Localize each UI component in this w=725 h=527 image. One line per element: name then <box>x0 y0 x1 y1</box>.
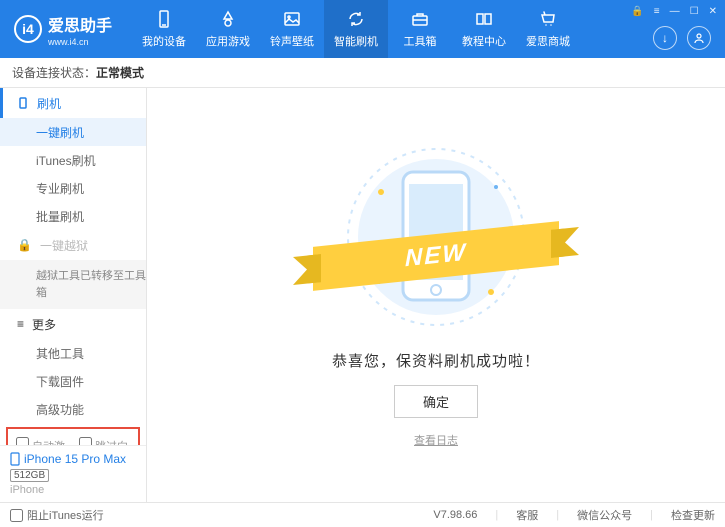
close-icon[interactable]: ✕ <box>709 6 717 17</box>
footer: 阻止iTunes运行 V7.98.66 | 客服 | 微信公众号 | 检查更新 <box>0 502 725 527</box>
status-value: 正常模式 <box>96 64 144 81</box>
version-label: V7.98.66 <box>433 509 477 521</box>
skip-guide-checkbox[interactable]: 跳过向导 <box>79 437 130 445</box>
sidebar-item-advanced[interactable]: 高级功能 <box>0 395 146 423</box>
lock-icon: 🔒 <box>17 238 32 252</box>
book-icon <box>474 9 494 29</box>
nav-flash[interactable]: 智能刷机 <box>324 0 388 58</box>
nav-toolbox[interactable]: 工具箱 <box>388 0 452 58</box>
options-box: 自动激活 跳过向导 <box>6 427 140 445</box>
logo: i4 爱思助手 www.i4.cn <box>0 12 126 47</box>
image-icon <box>282 9 302 29</box>
cart-icon <box>538 9 558 29</box>
user-controls: ↓ <box>653 26 711 50</box>
main-nav: 我的设备 应用游戏 铃声壁纸 智能刷机 工具箱 教程中心 爱思商城 <box>132 0 580 58</box>
footer-link-support[interactable]: 客服 <box>516 507 538 523</box>
sidebar-item-other[interactable]: 其他工具 <box>0 339 146 367</box>
sidebar-section-more[interactable]: ≡更多 <box>0 309 146 339</box>
phone-icon <box>17 97 29 109</box>
user-button[interactable] <box>687 26 711 50</box>
phone-icon <box>154 9 174 29</box>
main-content: NEW 恭喜您，保资料刷机成功啦！ 确定 查看日志 <box>147 88 725 502</box>
footer-link-update[interactable]: 检查更新 <box>671 507 715 523</box>
sidebar-item-download[interactable]: 下载固件 <box>0 367 146 395</box>
success-illustration: NEW <box>341 142 531 332</box>
success-message: 恭喜您，保资料刷机成功啦！ <box>332 350 540 371</box>
nav-ringtones[interactable]: 铃声壁纸 <box>260 0 324 58</box>
sidebar-item-itunes[interactable]: iTunes刷机 <box>0 146 146 174</box>
status-bar: 设备连接状态：正常模式 <box>0 58 725 88</box>
app-url: www.i4.cn <box>48 37 112 47</box>
sidebar: 刷机 一键刷机 iTunes刷机 专业刷机 批量刷机 🔒一键越狱 越狱工具已转移… <box>0 88 147 502</box>
menu-icon[interactable]: ≡ <box>654 6 660 17</box>
nav-apps[interactable]: 应用游戏 <box>196 0 260 58</box>
maximize-icon[interactable]: ☐ <box>690 6 699 17</box>
sidebar-item-batch[interactable]: 批量刷机 <box>0 202 146 230</box>
sidebar-section-jailbreak: 🔒一键越狱 <box>0 230 146 260</box>
logo-icon: i4 <box>14 15 42 43</box>
device-type: iPhone <box>10 484 136 496</box>
sidebar-item-oneclick[interactable]: 一键刷机 <box>0 118 146 146</box>
app-name: 爱思助手 <box>48 12 112 36</box>
lock-icon[interactable]: 🔒 <box>631 6 643 17</box>
nav-my-device[interactable]: 我的设备 <box>132 0 196 58</box>
ok-button[interactable]: 确定 <box>394 385 478 418</box>
minimize-icon[interactable]: ― <box>670 6 680 17</box>
device-panel[interactable]: iPhone 15 Pro Max 512GB iPhone <box>0 445 146 502</box>
apps-icon <box>218 9 238 29</box>
jailbreak-note: 越狱工具已转移至工具箱 <box>0 260 146 309</box>
phone-icon <box>10 452 20 466</box>
refresh-icon <box>346 9 366 29</box>
sidebar-item-pro[interactable]: 专业刷机 <box>0 174 146 202</box>
download-button[interactable]: ↓ <box>653 26 677 50</box>
block-itunes-checkbox[interactable]: 阻止iTunes运行 <box>10 507 104 523</box>
footer-link-wechat[interactable]: 微信公众号 <box>577 507 632 523</box>
storage-badge: 512GB <box>10 469 49 482</box>
toolbox-icon <box>410 9 430 29</box>
nav-store[interactable]: 爱思商城 <box>516 0 580 58</box>
nav-tutorials[interactable]: 教程中心 <box>452 0 516 58</box>
view-log-link[interactable]: 查看日志 <box>414 432 458 448</box>
status-label: 设备连接状态： <box>12 64 96 81</box>
auto-activate-checkbox[interactable]: 自动激活 <box>16 437 67 445</box>
device-name: iPhone 15 Pro Max <box>10 452 136 466</box>
titlebar: i4 爱思助手 www.i4.cn 我的设备 应用游戏 铃声壁纸 智能刷机 工具… <box>0 0 725 58</box>
sidebar-section-flash[interactable]: 刷机 <box>0 88 146 118</box>
window-controls: 🔒 ≡ ― ☐ ✕ <box>631 6 717 17</box>
menu-icon: ≡ <box>17 317 24 331</box>
